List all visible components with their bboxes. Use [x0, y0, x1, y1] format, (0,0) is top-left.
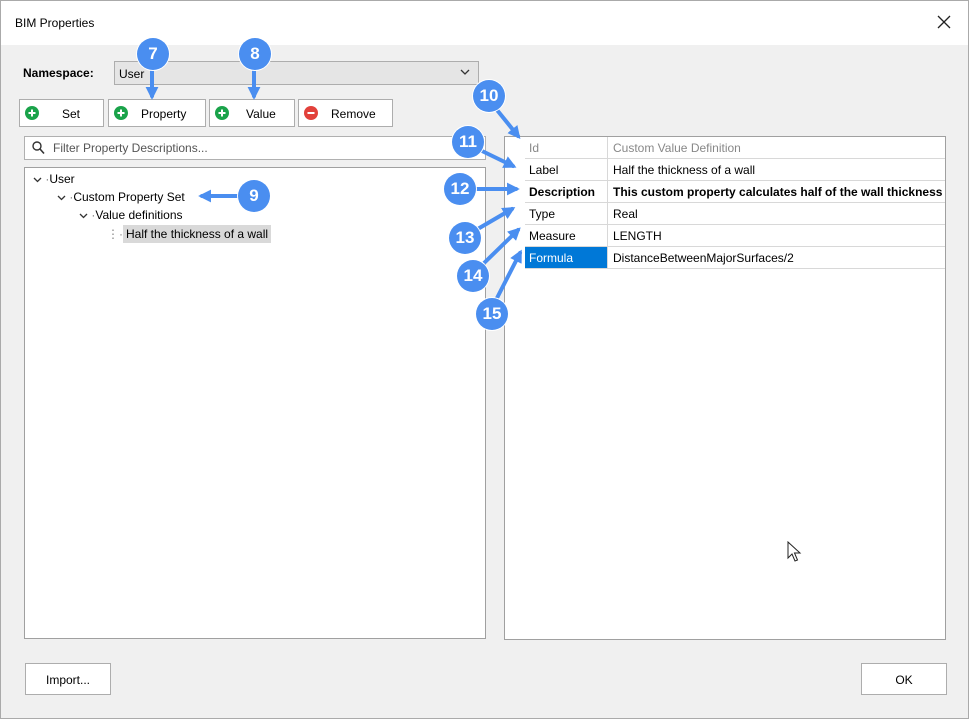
callout-badge: 10 [473, 80, 505, 112]
callout-badge: 12 [444, 173, 476, 205]
callout-badge: 9 [238, 180, 270, 212]
callout-badge: 13 [449, 222, 481, 254]
callout-badge: 8 [239, 38, 271, 70]
callout-badge: 15 [476, 298, 508, 330]
callout-badge: 7 [137, 38, 169, 70]
callout-badge: 14 [457, 260, 489, 292]
callout-badge: 11 [452, 126, 484, 158]
